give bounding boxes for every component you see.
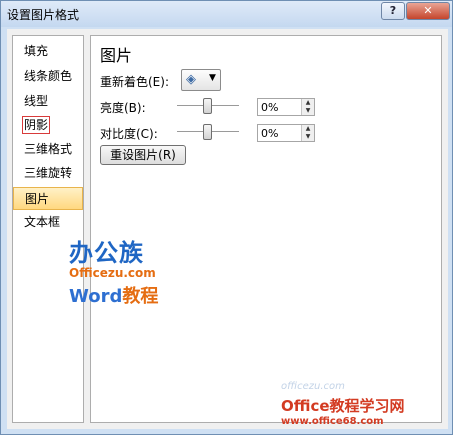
nav-item-3d-rotation[interactable]: 三维旋转 [13,162,83,185]
contrast-spinner[interactable]: ▲ ▼ [301,125,314,141]
watermark-brand: Office教程学习网 [281,397,405,415]
slider-thumb[interactable] [203,98,212,114]
brightness-slider[interactable] [177,98,239,114]
recolor-dropdown[interactable]: ◈ ▼ [181,69,221,91]
nav-item-shadow[interactable]: 阴影 [13,114,83,137]
contrast-label: 对比度(C): [100,127,158,141]
chevron-down-icon: ▼ [209,73,216,83]
spin-up-icon[interactable]: ▲ [302,99,314,107]
format-picture-dialog: 设置图片格式 ? ✕ 填充 线条颜色 线型 阴影 三维格式 三维旋转 图片 文本… [0,0,453,435]
brightness-value[interactable]: 0% [261,101,278,114]
nav-item-text-box[interactable]: 文本框 [13,211,83,234]
brightness-spinner[interactable]: ▲ ▼ [301,99,314,115]
brightness-input[interactable]: 0% ▲ ▼ [257,98,315,116]
title-bar[interactable]: 设置图片格式 ? ✕ [1,1,452,27]
spin-up-icon[interactable]: ▲ [302,125,314,133]
help-button[interactable]: ? [381,2,405,20]
nav-item-fill[interactable]: 填充 [13,40,83,63]
contrast-input[interactable]: 0% ▲ ▼ [257,124,315,142]
recolor-label: 重新着色(E): [100,75,169,89]
logo-site: Officezu.com [69,266,156,280]
category-list: 填充 线条颜色 线型 阴影 三维格式 三维旋转 图片 文本框 [12,35,84,423]
brightness-label: 亮度(B): [100,101,146,115]
spin-down-icon[interactable]: ▼ [302,107,314,115]
watermark-faint-url: officezu.com [281,381,345,392]
nav-item-picture[interactable]: 图片 [13,187,83,210]
close-button[interactable]: ✕ [406,2,450,20]
dialog-body: 填充 线条颜色 线型 阴影 三维格式 三维旋转 图片 文本框 图片 重新着色(E… [7,29,448,429]
logo-word: Word教程 [69,286,159,307]
nav-item-line-color[interactable]: 线条颜色 [13,65,83,88]
reset-picture-button[interactable]: 重设图片(R) [100,145,186,165]
panel-title: 图片 [100,46,133,65]
spin-down-icon[interactable]: ▼ [302,133,314,141]
site-watermark: officezu.com Office教程学习网 www.office68.co… [281,381,451,427]
logo-title: 办公族 [69,239,144,267]
dialog-title: 设置图片格式 [7,8,80,22]
nav-item-line-style[interactable]: 线型 [13,90,83,113]
nav-item-3d-format[interactable]: 三维格式 [13,138,83,161]
officezu-logo: 办公族 Officezu.com Word教程 [69,233,158,308]
contrast-value[interactable]: 0% [261,127,278,140]
watermark-url: www.office68.com [281,416,384,427]
contrast-slider[interactable] [177,124,239,140]
slider-thumb[interactable] [203,124,212,140]
picture-settings-panel: 图片 重新着色(E): ◈ ▼ 亮度(B): 0% ▲ ▼ 对比度(C): 0%… [90,35,442,423]
paint-bucket-icon: ◈ [186,72,196,87]
